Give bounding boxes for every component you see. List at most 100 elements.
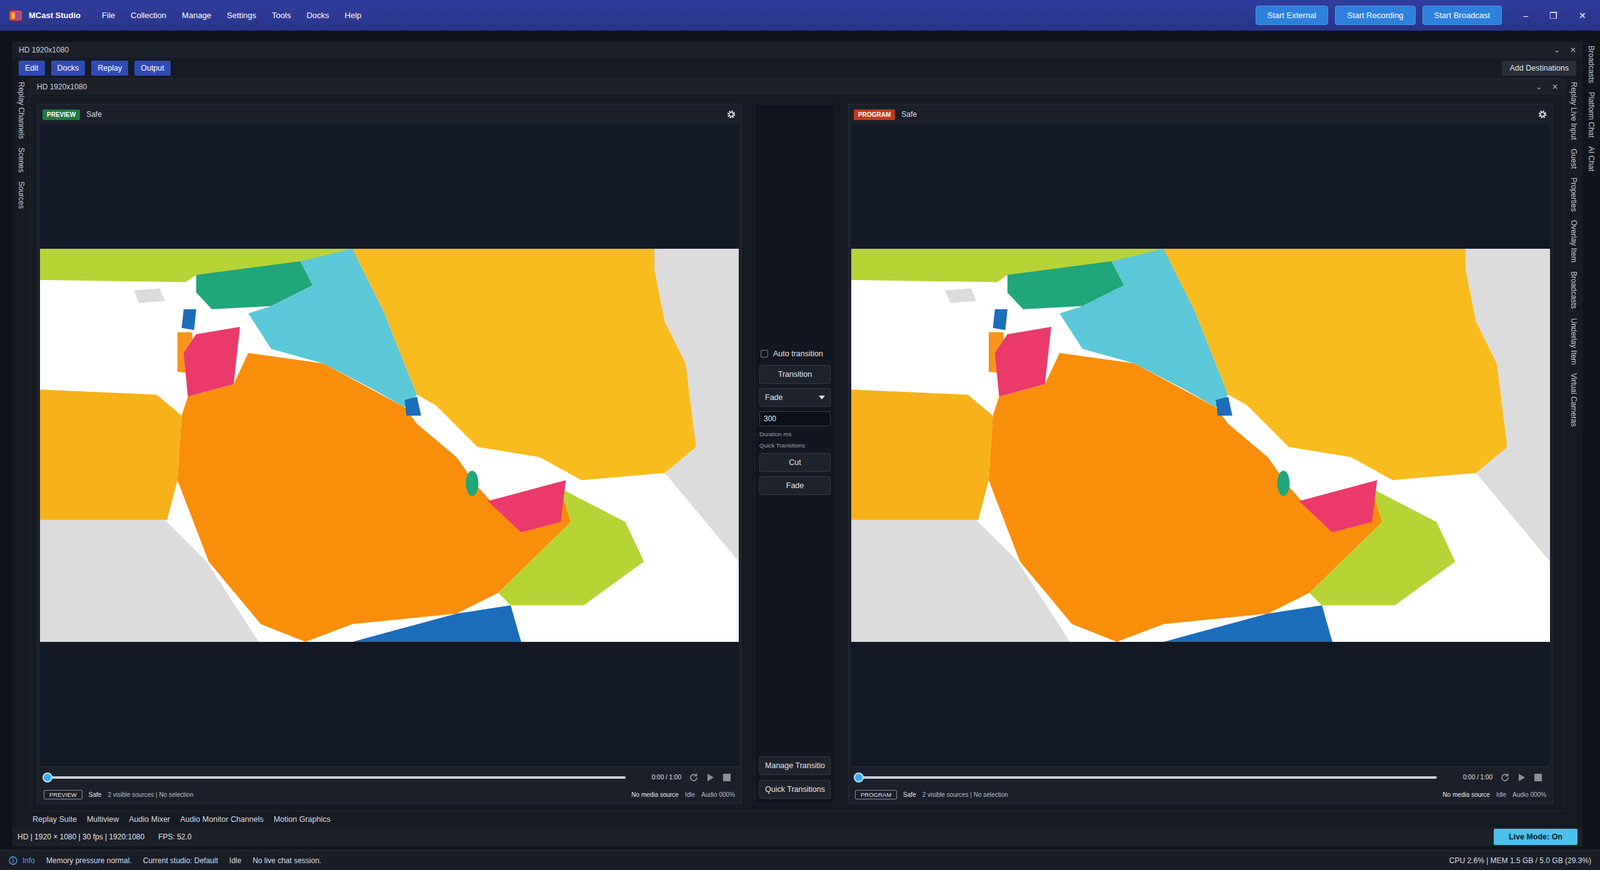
side-tab[interactable]: Virtual Cameras	[1569, 373, 1579, 427]
status-resources: CPU 2.6% | MEM 1.5 GB / 5.0 GB (29.3%)	[1449, 856, 1592, 865]
transition-spacer	[759, 495, 831, 757]
gear-icon[interactable]	[726, 109, 737, 120]
video-canvas	[40, 124, 739, 767]
safe-label: Safe	[86, 110, 102, 119]
window-control[interactable]: –	[1523, 10, 1529, 21]
side-tab[interactable]: Underlay Item	[1569, 318, 1579, 365]
right-tabs-inner: Replay Live Input Guest Properties Overlay …	[1565, 78, 1583, 812]
quick-transition-button[interactable]: Fade	[759, 476, 831, 495]
status-level: Info	[22, 856, 35, 865]
manage-transitions-button[interactable]: Manage Transitio	[759, 756, 831, 775]
dock-title: HD 1920x1080	[18, 45, 69, 55]
transition-spacer	[759, 104, 831, 349]
menu-item[interactable]: Help	[345, 10, 362, 20]
dock-title: HD 1920x1080	[36, 82, 87, 92]
seek-slider[interactable]	[858, 776, 1437, 779]
outer-dock: HD 1920x1080⌄✕EditDocksReplayOutputAdd D…	[12, 41, 1583, 847]
dock-controls: ⌄✕	[1553, 45, 1577, 55]
stop-icon[interactable]	[1533, 773, 1543, 782]
toolbar-button[interactable]: Replay	[91, 60, 129, 76]
auto-transition-row[interactable]: Auto transition	[759, 348, 831, 361]
action-button[interactable]: Start Recording	[1335, 5, 1415, 25]
transition-controls: Auto transition Transition Fade 300 Duration…	[759, 348, 831, 495]
bottom-tab[interactable]: Audio Monitor Channels	[180, 815, 264, 824]
state-info: Idle	[1496, 791, 1507, 799]
side-tab[interactable]: Sources	[16, 181, 26, 209]
duration-input[interactable]: 300	[759, 411, 831, 427]
panel-badge: PROGRAM	[853, 109, 895, 120]
duration-label: Duration ms	[759, 430, 831, 438]
panel-header: PREVIEWSafe	[40, 104, 739, 125]
side-tab[interactable]: Scenes	[16, 147, 26, 173]
seek-thumb[interactable]	[42, 772, 53, 783]
add-destinations-button[interactable]: Add Destinations	[1501, 60, 1577, 76]
toolbar-button[interactable]: Docks	[51, 60, 86, 76]
gear-icon[interactable]	[1537, 109, 1548, 120]
live-mode-button[interactable]: Live Mode: On	[1493, 828, 1578, 845]
action-button[interactable]: Start External	[1255, 5, 1329, 25]
window-control[interactable]: ✕	[1578, 10, 1587, 21]
app-logo-icon	[8, 8, 23, 23]
menu-item[interactable]: Docks	[306, 10, 329, 20]
seek-thumb[interactable]	[853, 772, 864, 783]
menu-item[interactable]: File	[101, 10, 115, 20]
side-tab[interactable]: Replay Channels	[16, 81, 26, 139]
auto-transition-checkbox[interactable]	[760, 350, 769, 358]
status-state: Idle	[229, 856, 242, 865]
toolbar-button[interactable]: Output	[134, 60, 171, 76]
side-tab[interactable]: Properties	[1569, 177, 1579, 212]
menu-item[interactable]: Manage	[181, 10, 212, 20]
toolbar-button[interactable]: Edit	[18, 60, 45, 76]
dock-control[interactable]: ✕	[1570, 45, 1577, 55]
bottom-tabs: Replay Suite Multiview Audio Mixer Audio Mo…	[12, 811, 1583, 828]
side-tab[interactable]: Replay Live Input	[1569, 81, 1579, 140]
seek-slider[interactable]	[47, 776, 626, 779]
side-tab[interactable]: Broadcasts	[1586, 45, 1596, 84]
transition-column: Auto transition Transition Fade 300 Duration…	[754, 103, 836, 805]
panel-status: PREVIEWSafe2 visible sources | No select…	[40, 787, 739, 802]
bottom-tab[interactable]: Audio Mixer	[128, 815, 170, 824]
right-tabs-outer: Broadcasts Platform Chat AI Chat	[1582, 41, 1600, 847]
dock-control[interactable]: ⌄	[1535, 82, 1542, 92]
status-badge: PROGRAM	[855, 790, 897, 800]
app-title: MCast Studio	[28, 10, 81, 20]
status-studio: Current studio: Default	[143, 856, 219, 865]
menu-bar: File Collection Manage Settings Tools Docks He…	[101, 10, 362, 20]
menu-item[interactable]: Collection	[130, 10, 167, 20]
transition-button[interactable]: Transition	[759, 365, 831, 384]
transition-type-select[interactable]: Fade	[759, 388, 831, 407]
left-tabs: Replay Channels Scenes Sources	[12, 78, 30, 812]
audio-info: Audio 000%	[1512, 791, 1547, 799]
preview-panel: PREVIEWSafe 0:00 / 1:00 PREVIEWSafe2 visib…	[36, 103, 742, 805]
side-tab[interactable]: Platform Chat	[1586, 91, 1596, 138]
monitor-panels: PREVIEWSafe 0:00 / 1:00 PREVIEWSafe2 visib…	[30, 95, 1565, 811]
menu-item[interactable]: Tools	[271, 10, 291, 20]
play-icon[interactable]	[706, 772, 715, 783]
status-safe: Safe	[903, 791, 917, 799]
side-tab[interactable]: Guest	[1569, 148, 1579, 169]
bottom-tab[interactable]: Motion Graphics	[273, 815, 331, 824]
play-icon[interactable]	[1517, 772, 1527, 783]
window-control[interactable]: ❐	[1549, 10, 1558, 21]
quick-transition-button[interactable]: Cut	[759, 453, 831, 472]
window-controls: – ❐ ✕	[1523, 10, 1587, 21]
dock-control[interactable]: ✕	[1551, 82, 1559, 92]
refresh-icon[interactable]	[1500, 772, 1510, 783]
dock-control[interactable]: ⌄	[1553, 45, 1560, 55]
media-info: No media source	[1442, 791, 1490, 799]
auto-transition-label: Auto transition	[773, 349, 824, 359]
stop-icon[interactable]	[722, 773, 732, 782]
time-readout: 0:00 / 1:00	[651, 773, 682, 781]
quick-transitions-button[interactable]: Quick Transitions	[759, 780, 831, 799]
refresh-icon[interactable]	[688, 772, 699, 783]
side-tab[interactable]: Overlay Item	[1569, 220, 1579, 263]
bottom-tab[interactable]: Multiview	[86, 815, 119, 824]
side-tab[interactable]: Broadcasts	[1569, 271, 1579, 309]
title-bar: MCast Studio File Collection Manage Settings…	[0, 0, 1600, 31]
side-tab[interactable]: AI Chat	[1586, 146, 1596, 172]
program-panel: PROGRAMSafe0:00 / 1:00PROGRAMSafe2 visib…	[848, 103, 1554, 805]
panel-header: PROGRAMSafe	[851, 104, 1550, 125]
action-button[interactable]: Start Broadcast	[1422, 5, 1503, 25]
bottom-tab[interactable]: Replay Suite	[32, 815, 77, 824]
menu-item[interactable]: Settings	[226, 10, 257, 20]
